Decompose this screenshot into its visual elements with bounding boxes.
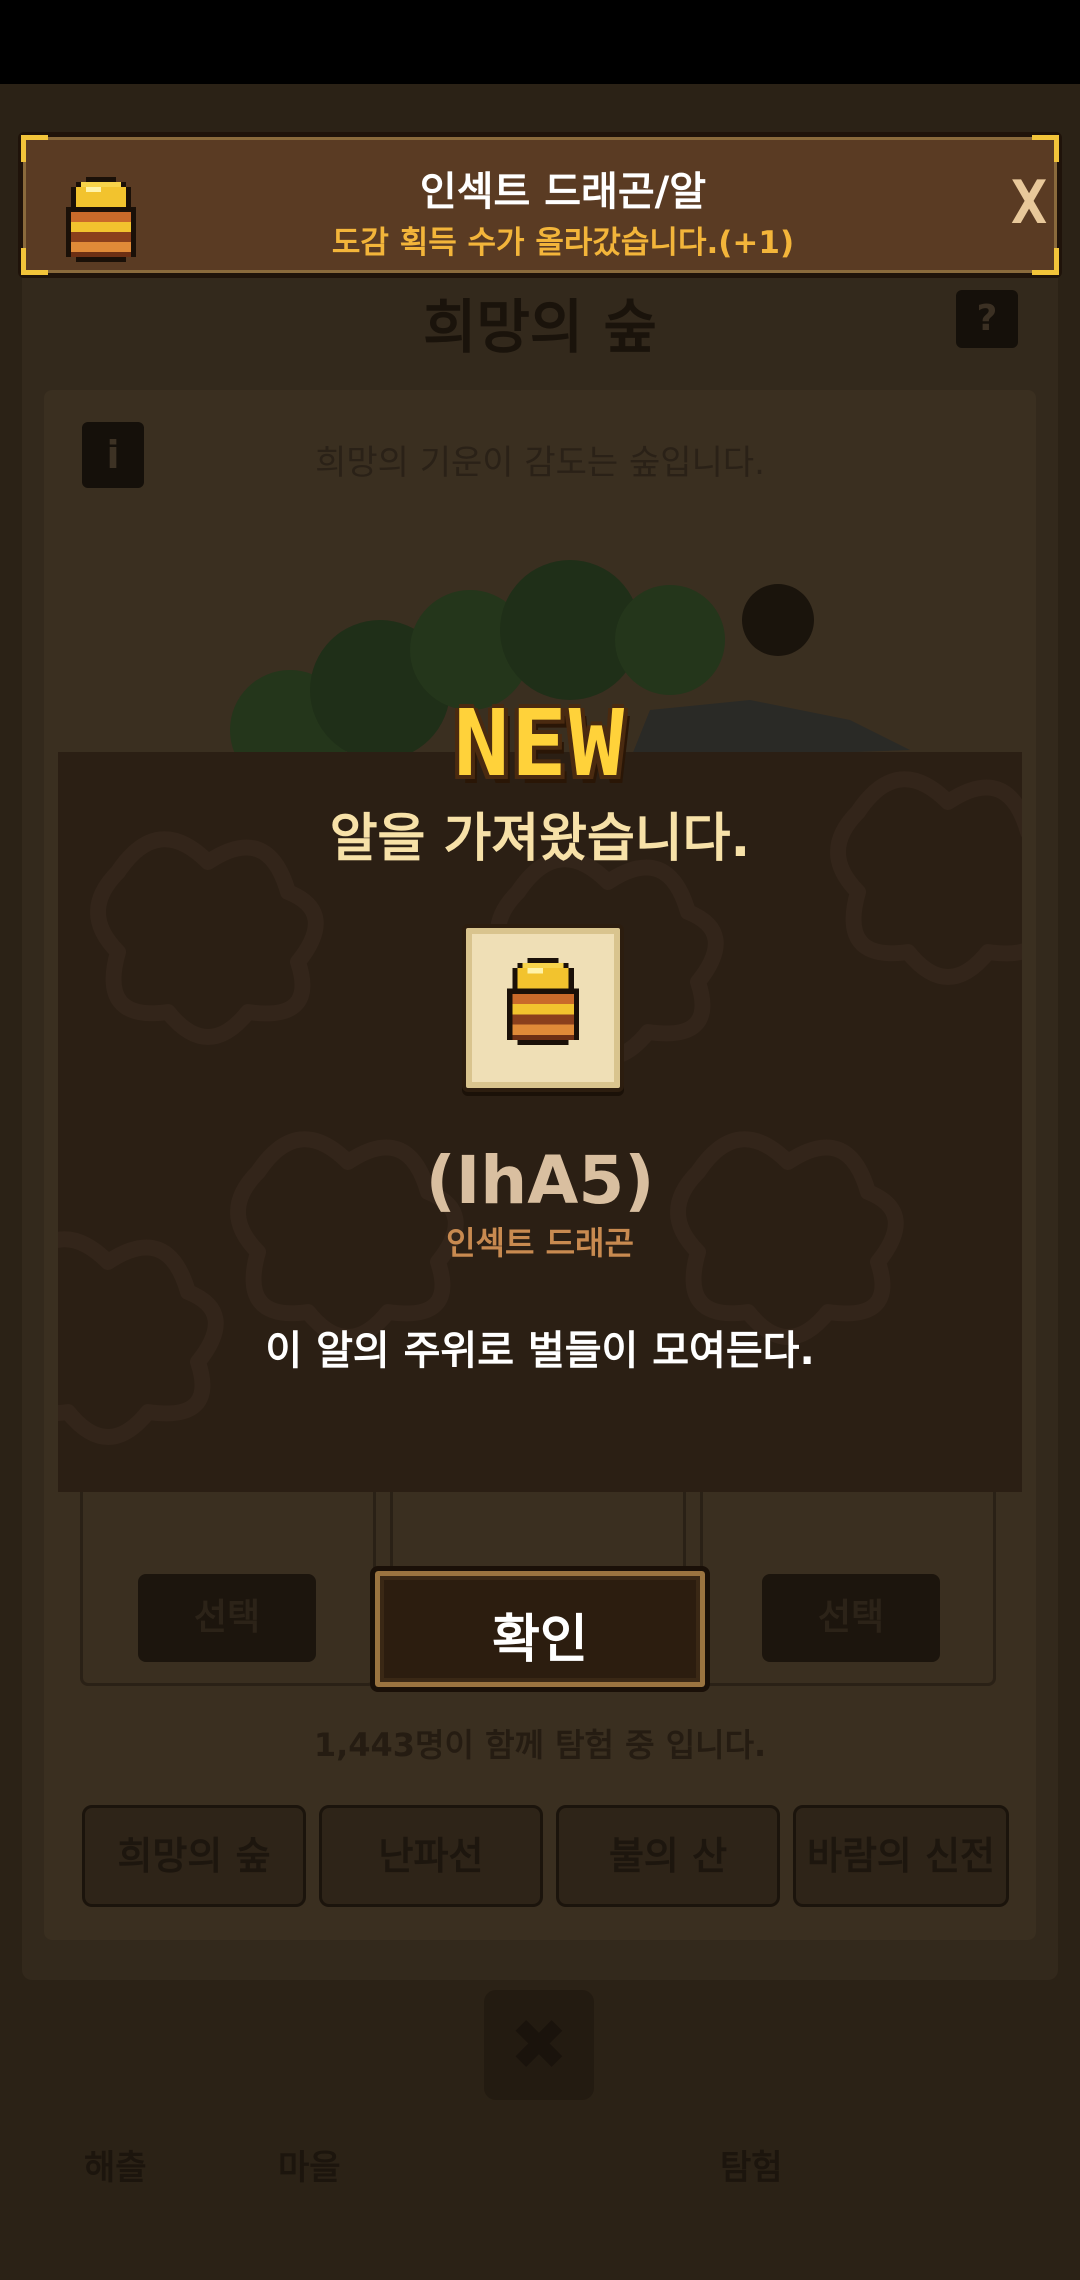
modal-title: 알을 가져왔습니다. <box>329 809 751 869</box>
player-count: 1,443명이 함께 탐험 중 입니다. <box>313 1726 767 1764</box>
help-button: ? <box>956 290 1018 348</box>
banner-corner <box>1032 135 1059 162</box>
confirm-button-label: 확인 <box>492 1610 588 1670</box>
banner-corner <box>21 248 48 275</box>
background-close-icon: ✖ <box>484 1990 594 2100</box>
tab-wind-temple: 바람의 신전 <box>793 1805 1009 1907</box>
tab-shipwreck: 난파선 <box>319 1805 543 1907</box>
egg-code: (IhA5) <box>425 1142 655 1219</box>
background-header: 희망의 숲 <box>22 270 1058 370</box>
egg-kind: 인섹트 드래곤 <box>446 1224 634 1262</box>
banner-corner <box>1032 248 1059 275</box>
tab-fire-mountain: 불의 산 <box>556 1805 780 1907</box>
banner-subtitle: 도감 획득 수가 올라갔습니다.(+1) <box>331 225 795 261</box>
status-bar <box>0 0 1080 84</box>
banner-title: 인섹트 드래곤/알 <box>419 169 707 215</box>
nav-explore: 탐험 <box>720 2148 783 2188</box>
new-badge: NEW <box>453 690 627 797</box>
select-button-left: 선택 <box>138 1574 316 1662</box>
egg-card <box>462 924 624 1092</box>
banner-corner <box>21 135 48 162</box>
tab-forest-of-hope: 희망의 숲 <box>82 1805 306 1907</box>
confirm-button[interactable]: 확인 <box>370 1566 710 1692</box>
select-button-right: 선택 <box>762 1574 940 1662</box>
egg-description: 이 알의 주위로 벌들이 모여든다. <box>265 1328 815 1374</box>
egg-icon <box>66 177 136 262</box>
banner-close-button[interactable]: X <box>997 163 1061 243</box>
egg-icon <box>507 957 579 1045</box>
background-title: 희망의 숲 <box>423 293 657 361</box>
collection-notification-banner: 인섹트 드래곤/알 도감 획득 수가 올라갔습니다.(+1) X <box>18 132 1062 278</box>
background-description: 희망의 기운이 감도는 숲입니다. <box>315 443 765 483</box>
nav-hatch: 해츨 <box>84 2148 147 2188</box>
nav-village: 마을 <box>278 2148 341 2188</box>
